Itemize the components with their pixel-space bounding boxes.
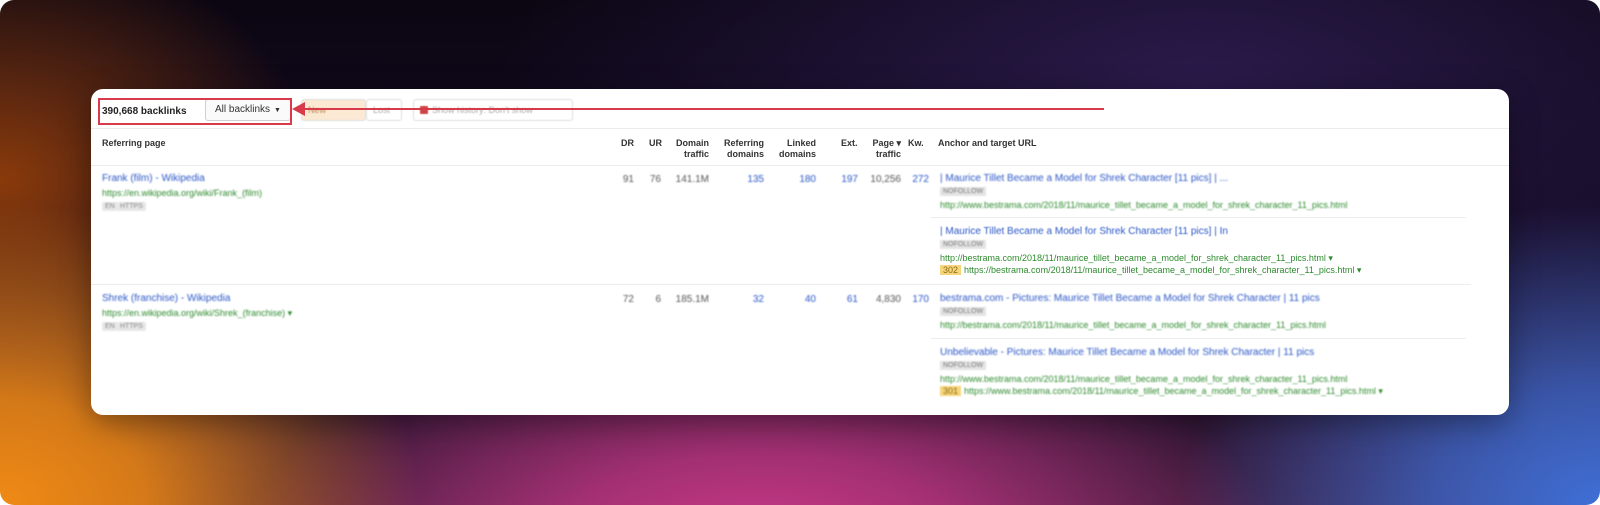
redirect-badge: 302 [940,265,962,275]
anchor-divider [931,217,1466,218]
new-backlinks-button[interactable]: New [301,99,366,121]
col-page-traffic-line1: Page ▾ [872,138,901,148]
target-url-link[interactable]: http://bestrama.com/2018/11/maurice_till… [940,320,1326,330]
col-linked-domains-line2: domains [778,149,816,159]
redirect-chain[interactable]: 301 https://www.bestrama.com/2018/11/maur… [940,386,1383,397]
kw-value[interactable]: 170 [889,294,929,305]
anchor-text-link[interactable]: bestrama.com - Pictures: Maurice Tillet … [940,293,1320,304]
toolbar: 390,668 backlinks All backlinks ▼ New Los… [91,89,1509,129]
row-divider [91,284,1471,285]
lang-chip: EN [102,322,118,331]
redirect-badge: 301 [940,386,962,396]
referring-page-url[interactable]: https://en.wikipedia.org/wiki/Frank_(fil… [102,188,262,198]
col-referring-domains-line2: domains [726,149,764,159]
col-referring-page[interactable]: Referring page [102,138,166,149]
lang-chip: EN [102,202,118,211]
anchor-text-link[interactable]: | Maurice Tillet Became a Model for Shre… [940,173,1228,184]
referring-domains-value[interactable]: 32 [724,294,764,305]
col-linked-domains-line1: Linked [786,138,816,148]
nofollow-tag: NOFOLLOW [940,361,987,370]
anchor-text-link[interactable]: Unbelievable - Pictures: Maurice Tillet … [940,347,1314,358]
target-url-link[interactable]: http://bestrama.com/2018/11/maurice_till… [940,253,1333,264]
col-referring-domains-line1: Referring [723,138,764,148]
referring-page-link[interactable]: Shrek (franchise) - Wikipedia [102,293,230,304]
nofollow-tag: NOFOLLOW [940,307,987,316]
ur-value: 6 [655,294,661,305]
backlinks-panel: 390,668 backlinks All backlinks ▼ New Los… [91,89,1509,415]
redirect-target-url[interactable]: https://bestrama.com/2018/11/maurice_til… [964,265,1361,275]
col-kw[interactable]: Kw. [908,138,924,149]
col-linked-domains[interactable]: Linked domains [771,138,816,160]
protocol-chip: HTTPS [117,322,146,331]
anchor-divider [931,338,1466,339]
anchor-text-link[interactable]: | Maurice Tillet Became a Model for Shre… [940,226,1228,237]
referring-domains-value[interactable]: 135 [724,174,764,185]
target-url-link[interactable]: http://www.bestrama.com/2018/11/maurice_… [940,374,1347,384]
referring-page-link[interactable]: Frank (film) - Wikipedia [102,173,205,184]
col-referring-domains[interactable]: Referring domains [716,138,764,160]
referring-page-url[interactable]: https://en.wikipedia.org/wiki/Shrek_(fra… [102,308,292,319]
lost-backlinks-button[interactable]: Lost [366,99,402,121]
col-ur[interactable]: UR [649,138,662,149]
target-url-link[interactable]: http://www.bestrama.com/2018/11/maurice_… [940,200,1347,210]
history-button-label: Show history: Don't show [432,105,533,115]
col-domain-traffic-line2: traffic [683,149,709,159]
domain-traffic-value: 141.1M [675,174,709,185]
ext-value[interactable]: 61 [818,294,858,305]
redirect-chain[interactable]: 302 https://bestrama.com/2018/11/maurice_… [940,265,1361,276]
header-divider [91,165,1509,166]
ext-value[interactable]: 197 [818,174,858,185]
calendar-icon [420,106,428,114]
col-domain-traffic[interactable]: Domain traffic [667,138,709,160]
col-page-traffic[interactable]: Page ▾ traffic [861,138,901,160]
col-ext[interactable]: Ext. [841,138,858,149]
domain-traffic-value: 185.1M [675,294,709,305]
linked-domains-value[interactable]: 180 [776,174,816,185]
col-page-traffic-line2: traffic [875,149,901,159]
nofollow-tag: NOFOLLOW [940,187,987,196]
redirect-target-url[interactable]: https://www.bestrama.com/2018/11/maurice… [964,386,1383,396]
nofollow-tag: NOFOLLOW [940,240,987,249]
new-button-label: New [308,105,327,115]
protocol-chip: HTTPS [117,202,146,211]
col-domain-traffic-line1: Domain [675,138,709,148]
show-history-button[interactable]: Show history: Don't show [413,99,573,121]
ur-value: 76 [649,174,661,185]
highlight-box [98,98,292,125]
kw-value[interactable]: 272 [889,174,929,185]
linked-domains-value[interactable]: 40 [776,294,816,305]
col-dr[interactable]: DR [621,138,634,149]
col-anchor-target[interactable]: Anchor and target URL [938,138,1037,149]
lost-button-label: Lost [373,105,391,115]
